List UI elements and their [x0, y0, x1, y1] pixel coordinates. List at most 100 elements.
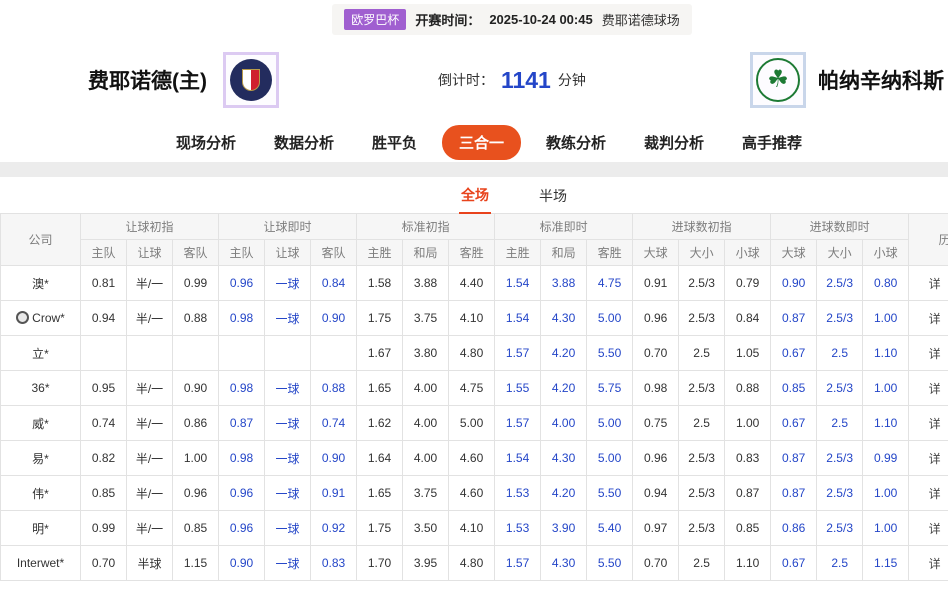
match-info-group: 欧罗巴杯 开赛时间： 2025-10-24 00:45 费耶诺德球场 [332, 4, 691, 35]
table-row: 威*0.74半/一0.860.87一球0.741.624.005.001.574… [1, 406, 948, 441]
away-team-name: 帕纳辛纳科斯 [818, 65, 944, 95]
odds-value: 3.75 [403, 476, 449, 511]
venue-name: 费耶诺德球场 [602, 10, 680, 29]
row-actions: 详统 [909, 476, 948, 511]
odds-value: 0.88 [173, 301, 219, 336]
odds-value: 0.81 [81, 266, 127, 301]
col-header: 和局 [541, 240, 587, 266]
col-header: 让球 [265, 240, 311, 266]
home-team-logo [223, 52, 279, 108]
countdown: 倒计时： 1141 分钟 [438, 67, 586, 94]
odds-value: 2.5 [817, 406, 863, 441]
tab-three-in-one[interactable]: 三合一 [442, 125, 521, 160]
row-actions: 详统 [909, 406, 948, 441]
odds-value: 2.5/3 [679, 266, 725, 301]
odds-value [219, 336, 265, 371]
detail-link[interactable]: 详 [929, 382, 941, 396]
subtab-full-time[interactable]: 全场 [459, 177, 491, 214]
detail-link[interactable]: 详 [929, 347, 941, 361]
detail-link[interactable]: 详 [929, 277, 941, 291]
company-header: 公司 [1, 214, 81, 266]
odds-value: 2.5/3 [679, 476, 725, 511]
odds-value: 0.86 [771, 511, 817, 546]
odds-value: 0.79 [725, 266, 771, 301]
odds-value: 1.15 [863, 546, 909, 581]
tab-win-draw-loss[interactable]: 胜平负 [359, 126, 430, 159]
odds-value: 1.67 [357, 336, 403, 371]
tab-expert-picks[interactable]: 高手推荐 [729, 126, 815, 159]
subtab-half-time[interactable]: 半场 [537, 178, 569, 213]
bookmaker-name: Interwet* [1, 546, 81, 581]
bookmaker-name: 立* [1, 336, 81, 371]
odds-value: 半/一 [127, 301, 173, 336]
detail-link[interactable]: 详 [929, 452, 941, 466]
bookmaker-name: 明* [1, 511, 81, 546]
odds-value: 2.5/3 [679, 441, 725, 476]
odds-value: 1.10 [725, 546, 771, 581]
odds-value: 3.88 [541, 266, 587, 301]
detail-link[interactable]: 详 [929, 487, 941, 501]
tab-referee-analysis[interactable]: 裁判分析 [631, 126, 717, 159]
table-row: 易*0.82半/一1.000.98一球0.901.644.004.601.544… [1, 441, 948, 476]
odds-value: 1.57 [495, 546, 541, 581]
period-subtabs: 全场 半场 [40, 177, 948, 213]
detail-link[interactable]: 详 [929, 417, 941, 431]
odds-value: 1.54 [495, 301, 541, 336]
odds-value: 4.30 [541, 546, 587, 581]
odds-value: 0.94 [81, 301, 127, 336]
odds-value: 0.83 [311, 546, 357, 581]
odds-value: 1.10 [863, 406, 909, 441]
col-header: 主队 [219, 240, 265, 266]
detail-link[interactable]: 详 [929, 522, 941, 536]
col-header: 大球 [771, 240, 817, 266]
table-row: 立*1.673.804.801.574.205.500.702.51.050.6… [1, 336, 948, 371]
odds-value: 2.5 [679, 336, 725, 371]
odds-value: 2.5 [679, 546, 725, 581]
col-header: 小球 [725, 240, 771, 266]
odds-value: 0.86 [173, 406, 219, 441]
page: 欧罗巴杯 开赛时间： 2025-10-24 00:45 费耶诺德球场 费耶诺德(… [0, 0, 948, 581]
odds-value: 1.57 [495, 336, 541, 371]
odds-value: 0.99 [173, 266, 219, 301]
odds-value: 0.74 [81, 406, 127, 441]
start-time-value: 2025-10-24 00:45 [489, 12, 592, 27]
odds-value: 0.90 [311, 441, 357, 476]
odds-value: 0.87 [725, 476, 771, 511]
odds-value: 0.97 [633, 511, 679, 546]
odds-value: 4.10 [449, 511, 495, 546]
odds-value: 0.91 [633, 266, 679, 301]
odds-value: 0.95 [81, 371, 127, 406]
col-header: 客胜 [587, 240, 633, 266]
odds-value: 0.96 [219, 511, 265, 546]
col-header: 大小 [679, 240, 725, 266]
col-header: 大小 [817, 240, 863, 266]
odds-value: 0.85 [173, 511, 219, 546]
odds-value: 5.50 [587, 476, 633, 511]
odds-value: 1.00 [863, 476, 909, 511]
odds-value [311, 336, 357, 371]
odds-value: 3.95 [403, 546, 449, 581]
tab-data-analysis[interactable]: 数据分析 [261, 126, 347, 159]
odds-value: 0.90 [219, 546, 265, 581]
odds-value: 1.58 [357, 266, 403, 301]
odds-value: 1.53 [495, 511, 541, 546]
odds-value: 1.57 [495, 406, 541, 441]
detail-link[interactable]: 详 [929, 312, 941, 326]
odds-value: 0.85 [81, 476, 127, 511]
detail-link[interactable]: 详 [929, 557, 941, 571]
tab-coach-analysis[interactable]: 教练分析 [533, 126, 619, 159]
odds-value: 1.05 [725, 336, 771, 371]
odds-value: 1.65 [357, 476, 403, 511]
bookmaker-name: 36* [1, 371, 81, 406]
odds-value: 0.74 [311, 406, 357, 441]
odds-value: 1.10 [863, 336, 909, 371]
odds-value: 3.80 [403, 336, 449, 371]
odds-value: 1.54 [495, 266, 541, 301]
odds-value: 0.96 [633, 301, 679, 336]
away-team-block: ☘ 帕纳辛纳科斯 [750, 52, 944, 108]
odds-value: 5.00 [449, 406, 495, 441]
tab-live-analysis[interactable]: 现场分析 [163, 126, 249, 159]
odds-value: 0.87 [771, 476, 817, 511]
odds-value: 1.00 [173, 441, 219, 476]
odds-value: 0.94 [633, 476, 679, 511]
